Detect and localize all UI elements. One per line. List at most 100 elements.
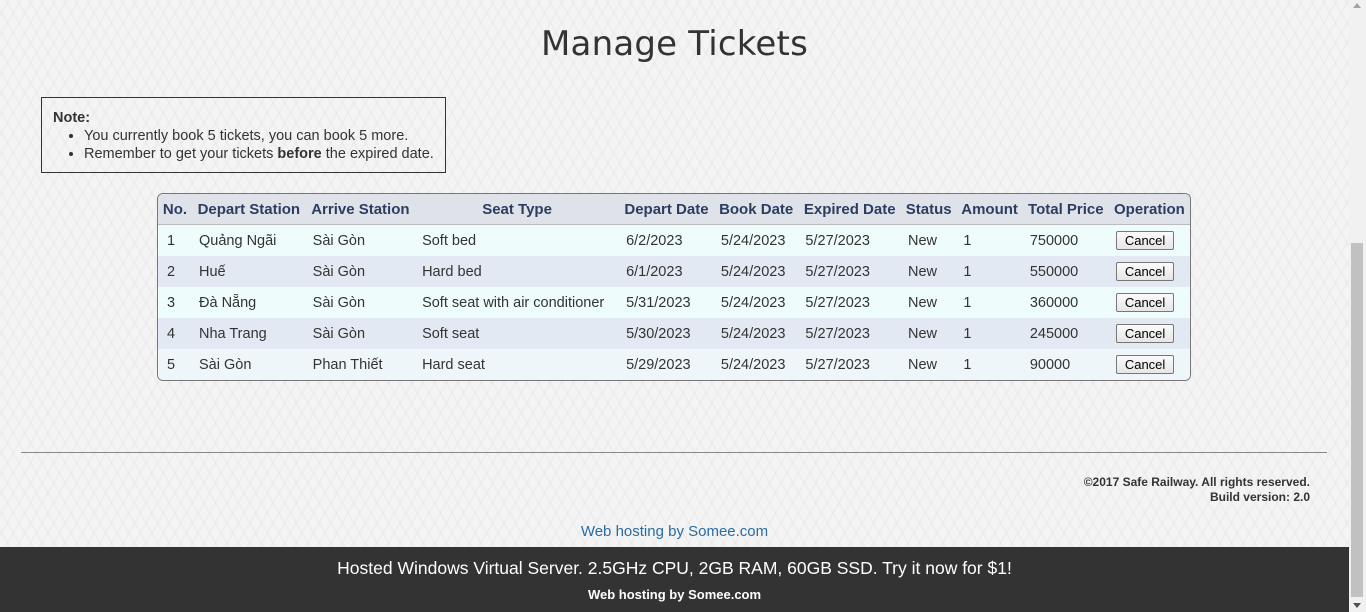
web-hosting-link[interactable]: Web hosting by Somee.com [0,523,1349,540]
cell-expired-date: 5/27/2023 [798,224,901,256]
cell-book-date: 5/24/2023 [713,256,799,287]
note-box: Note: You currently book 5 tickets, you … [41,97,446,173]
note-reminder-bold: before [277,146,322,162]
page-content: Manage Tickets Note: You currently book … [0,0,1349,547]
vertical-scrollbar[interactable] [1349,0,1366,612]
cell-seat-type: Hard bed [415,256,620,287]
scrollbar-thumb[interactable] [1351,243,1363,597]
cancel-button[interactable]: Cancel [1115,324,1175,343]
note-title: Note: [53,110,91,126]
cancel-button[interactable]: Cancel [1115,293,1175,312]
cell-depart-date: 6/2/2023 [619,224,714,256]
col-header-total-price: Total Price [1022,194,1109,225]
cell-seat-type: Soft seat [415,318,620,349]
cell-expired-date: 5/27/2023 [798,349,901,380]
col-header-book-date: Book Date [713,194,799,225]
col-header-arrive-station: Arrive Station [305,194,416,225]
cell-total-price: 90000 [1022,349,1109,380]
cell-status: New [900,287,957,318]
ad-headline[interactable]: Hosted Windows Virtual Server. 2.5GHz CP… [0,558,1349,579]
col-header-depart-date: Depart Date [619,194,714,225]
cell-book-date: 5/24/2023 [713,224,799,256]
cell-no: 5 [158,349,192,380]
cell-book-date: 5/24/2023 [713,318,799,349]
cell-total-price: 245000 [1022,318,1109,349]
cell-operation: Cancel [1108,318,1190,349]
col-header-operation: Operation [1108,194,1190,225]
cell-seat-type: Hard seat [415,349,620,380]
col-header-status: Status [900,194,957,225]
cell-expired-date: 5/27/2023 [798,287,901,318]
cell-no: 2 [158,256,192,287]
footer-copyright: ©2017 Safe Railway. All rights reserved.… [1084,475,1310,505]
table-row: 3 Đà Nẵng Sài Gòn Soft seat with air con… [158,287,1190,318]
cell-amount: 1 [956,224,1023,256]
footer-divider [21,452,1327,453]
cell-arrive-station: Sài Gòn [305,224,416,256]
cancel-button[interactable]: Cancel [1115,231,1175,250]
col-header-no: No. [158,194,192,225]
col-header-depart-station: Depart Station [192,194,306,225]
page-title: Manage Tickets [541,24,808,64]
scroll-down-arrow-icon[interactable] [1353,603,1361,608]
hosting-ad-bar[interactable]: Hosted Windows Virtual Server. 2.5GHz CP… [0,547,1349,612]
copyright-text: ©2017 Safe Railway. All rights reserved. [1083,475,1310,489]
cell-arrive-station: Phan Thiết [305,349,416,380]
note-reminder-pre: Remember to get your tickets [84,146,278,162]
cancel-button[interactable]: Cancel [1115,355,1175,374]
cell-depart-station: Nha Trang [192,318,306,349]
cell-depart-station: Đà Nẵng [192,287,306,318]
cell-expired-date: 5/27/2023 [798,318,901,349]
build-version: Build version: 2.0 [1209,490,1310,504]
cell-status: New [900,224,957,256]
cell-seat-type: Soft bed [415,224,620,256]
cell-arrive-station: Sài Gòn [305,287,416,318]
note-item-reminder: Remember to get your tickets before the … [84,145,445,163]
cell-operation: Cancel [1108,224,1190,256]
cell-seat-type: Soft seat with air conditioner [415,287,620,318]
cell-depart-station: Sài Gòn [192,349,306,380]
note-item-booking-count: You currently book 5 tickets, you can bo… [84,127,445,145]
table-row: 2 Huế Sài Gòn Hard bed 6/1/2023 5/24/202… [158,256,1190,287]
cell-depart-date: 5/29/2023 [619,349,714,380]
col-header-amount: Amount [956,194,1023,225]
table-header-row: No. Depart Station Arrive Station Seat T… [158,194,1190,225]
tickets-table: No. Depart Station Arrive Station Seat T… [158,194,1190,380]
col-header-seat-type: Seat Type [415,194,620,225]
cell-amount: 1 [956,318,1023,349]
cell-book-date: 5/24/2023 [713,349,799,380]
scroll-up-arrow-icon[interactable] [1353,3,1361,8]
cell-operation: Cancel [1108,256,1190,287]
cell-operation: Cancel [1108,349,1190,380]
cell-depart-date: 5/30/2023 [619,318,714,349]
table-row: 1 Quảng Ngãi Sài Gòn Soft bed 6/2/2023 5… [158,224,1190,256]
cancel-button[interactable]: Cancel [1115,262,1175,281]
col-header-expired-date: Expired Date [798,194,901,225]
cell-amount: 1 [956,287,1023,318]
cell-no: 4 [158,318,192,349]
cell-depart-station: Quảng Ngãi [192,224,306,256]
cell-expired-date: 5/27/2023 [798,256,901,287]
cell-status: New [900,349,957,380]
cell-depart-date: 6/1/2023 [619,256,714,287]
cell-arrive-station: Sài Gòn [305,318,416,349]
tickets-table-container: No. Depart Station Arrive Station Seat T… [157,193,1191,381]
ad-sublink[interactable]: Web hosting by Somee.com [0,587,1349,602]
table-row: 5 Sài Gòn Phan Thiết Hard seat 5/29/2023… [158,349,1190,380]
cell-total-price: 750000 [1022,224,1109,256]
cell-total-price: 360000 [1022,287,1109,318]
table-row: 4 Nha Trang Sài Gòn Soft seat 5/30/2023 … [158,318,1190,349]
cell-no: 3 [158,287,192,318]
cell-arrive-station: Sài Gòn [305,256,416,287]
cell-amount: 1 [956,256,1023,287]
cell-amount: 1 [956,349,1023,380]
note-reminder-post: the expired date. [321,146,434,162]
cell-operation: Cancel [1108,287,1190,318]
cell-depart-station: Huế [192,256,306,287]
cell-book-date: 5/24/2023 [713,287,799,318]
cell-status: New [900,256,957,287]
cell-status: New [900,318,957,349]
cell-depart-date: 5/31/2023 [619,287,714,318]
note-list: You currently book 5 tickets, you can bo… [53,127,445,163]
cell-no: 1 [158,224,192,256]
